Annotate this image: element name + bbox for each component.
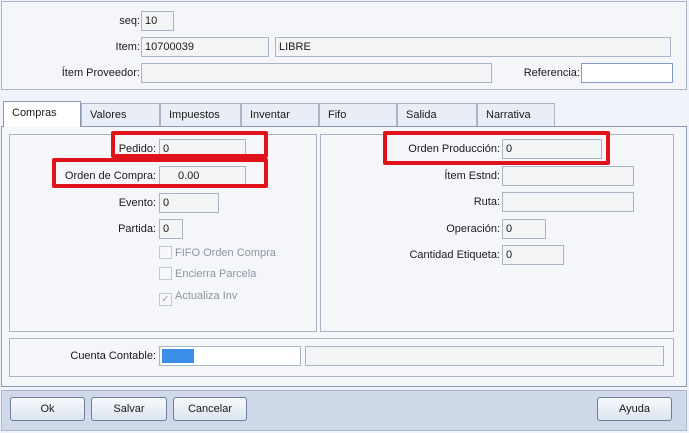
item-proveedor-label: Ítem Proveedor: (61, 67, 140, 79)
operacion-field[interactable]: 0 (502, 219, 546, 239)
tab-impuestos[interactable]: Impuestos (160, 103, 241, 126)
tab-fifo[interactable]: Fifo (319, 103, 397, 126)
cantidad-etiqueta-label: Cantidad Etiqueta: (409, 249, 500, 261)
item-proveedor-field[interactable] (141, 63, 492, 83)
fifo-orden-compra-label: FIFO Orden Compra (175, 247, 276, 259)
cancelar-button[interactable]: Cancelar (173, 397, 247, 421)
operacion-label: Operación: (446, 223, 500, 235)
evento-label: Evento: (118, 197, 156, 209)
ayuda-button[interactable]: Ayuda (597, 397, 672, 421)
checkmark-icon: ✓ (159, 293, 172, 306)
partida-label: Partida: (118, 223, 156, 235)
pedido-field[interactable]: 0 (159, 139, 246, 159)
encierra-parcela-checkbox[interactable]: Encierra Parcela (159, 266, 256, 282)
tab-valores[interactable]: Valores (81, 103, 160, 126)
ok-button[interactable]: Ok (10, 397, 85, 421)
tab-narrativa[interactable]: Narrativa (477, 103, 555, 126)
seq-label: seq: (119, 15, 140, 27)
referencia-field[interactable] (581, 63, 673, 83)
cuenta-contable-description-field[interactable] (305, 346, 664, 366)
seq-field[interactable]: 10 (141, 11, 174, 31)
ruta-field[interactable] (502, 192, 634, 212)
pedido-label: Pedido: (118, 143, 156, 155)
orden-compra-field[interactable]: 0.00 (159, 166, 246, 186)
orden-produccion-label: Orden Producción: (408, 143, 500, 155)
checkbox-box-icon (159, 267, 172, 280)
item-estnd-label: Ítem Estnd: (444, 170, 500, 182)
text-selection-highlight (162, 349, 194, 363)
partida-field[interactable]: 0 (159, 219, 183, 239)
orden-compra-label: Orden de Compra: (64, 170, 156, 182)
encierra-parcela-label: Encierra Parcela (175, 268, 257, 280)
orden-produccion-field[interactable]: 0 (502, 139, 602, 159)
cuenta-contable-label: Cuenta Contable: (70, 350, 156, 362)
tab-inventar[interactable]: Inventar (241, 103, 319, 126)
checkbox-box-icon (159, 246, 172, 259)
salvar-button[interactable]: Salvar (91, 397, 167, 421)
actualiza-inv-label: Actualiza Inv (175, 290, 238, 302)
actualiza-inv-checkbox[interactable]: ✓ Actualiza Inv (159, 288, 238, 306)
cantidad-etiqueta-field[interactable]: 0 (502, 245, 564, 265)
tab-salida[interactable]: Salida (397, 103, 477, 126)
item-label: Item: (115, 41, 140, 53)
tab-compras[interactable]: Compras (3, 101, 81, 127)
referencia-label: Referencia: (523, 67, 580, 79)
item-code-field[interactable]: 10700039 (141, 37, 269, 57)
evento-field[interactable]: 0 (159, 193, 219, 213)
item-estnd-field[interactable] (502, 166, 634, 186)
ruta-label: Ruta: (473, 196, 500, 208)
fifo-orden-compra-checkbox[interactable]: FIFO Orden Compra (159, 245, 276, 261)
item-description-field[interactable]: LIBRE (275, 37, 671, 57)
